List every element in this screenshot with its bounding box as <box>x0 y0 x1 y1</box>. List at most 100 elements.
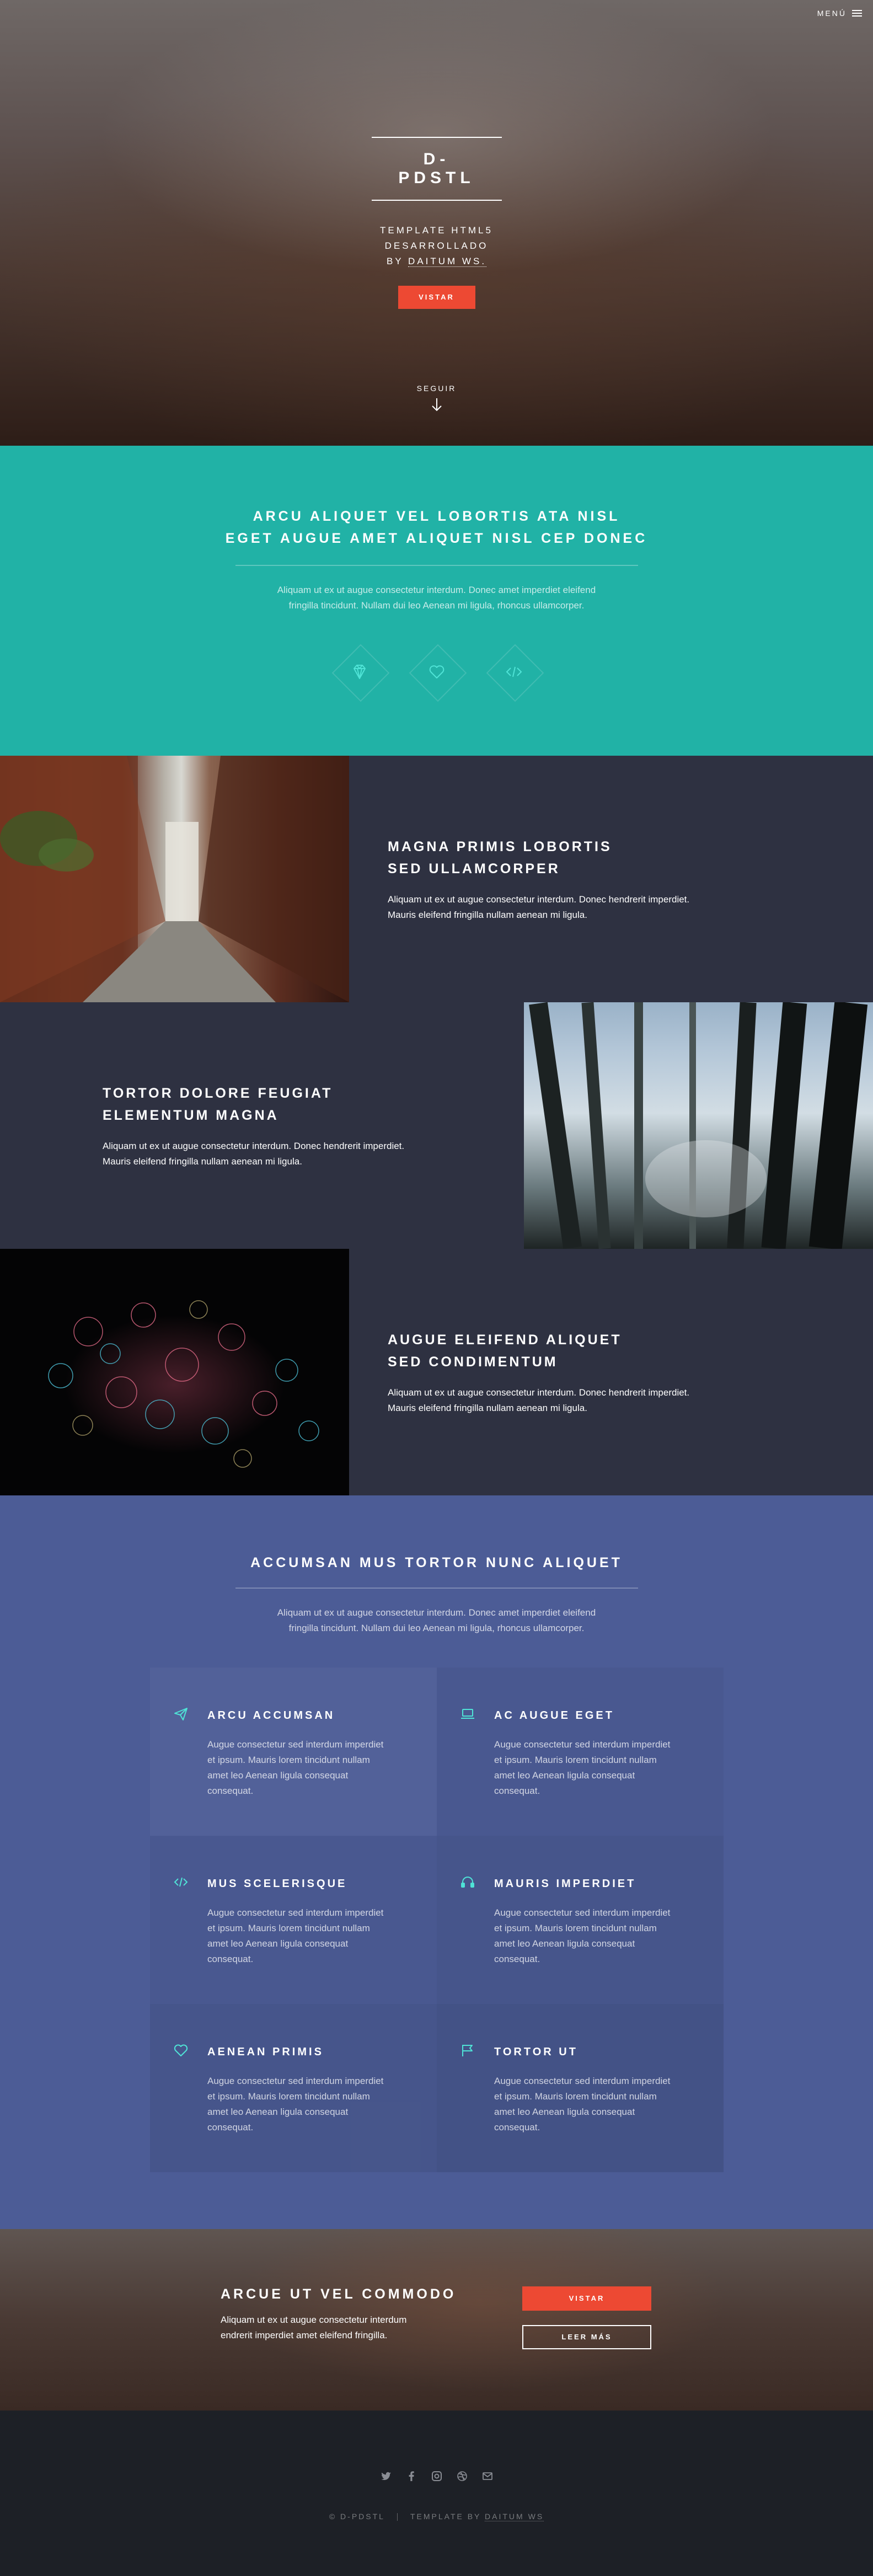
features-grid: ARCU ACCUMSAN Augue consectetur sed inte… <box>150 1668 724 2172</box>
intro-icons <box>0 644 873 699</box>
divider <box>397 2513 398 2521</box>
credit-prefix: TEMPLATE BY <box>410 2512 481 2521</box>
feature-item: MAURIS IMPERDIET Augue consectetur sed i… <box>437 1836 724 2004</box>
intro-heading-line-2: EGET AUGUE AMET ALIQUET NISL CEP DONEC <box>225 531 648 546</box>
tagline: TEMPLATE HTML5 DESARROLLADO BY DAITUM WS… <box>0 223 873 269</box>
feature-text: Augue consectetur sed interdum imperdiet… <box>494 2076 671 2133</box>
feature-item: AENEAN PRIMIS Augue consectetur sed inte… <box>150 2004 437 2172</box>
spotlight-2-text: Aliquam ut ex ut augue consectetur inter… <box>103 1139 404 1169</box>
spotlight-3-content: AUGUE ELEIFEND ALIQUET SED CONDIMENTUM A… <box>388 1249 689 1495</box>
tagline-line-1: TEMPLATE HTML5 <box>380 225 493 236</box>
feature-title: MAURIS IMPERDIET <box>494 1878 636 1890</box>
feature-item: TORTOR UT Augue consectetur sed interdum… <box>437 2004 724 2172</box>
features-heading: ACCUMSAN MUS TORTOR NUNC ALIQUET <box>250 1555 623 1570</box>
cta-leer-mas-button[interactable]: LEER MÁS <box>522 2325 651 2349</box>
spotlight-1-text: Aliquam ut ex ut augue consectetur inter… <box>388 892 689 923</box>
heart-icon <box>174 2044 188 2056</box>
banner-vistar-button[interactable]: VISTAR <box>398 286 475 309</box>
spotlight-1-content: MAGNA PRIMIS LOBORTIS SED ULLAMCORPER Al… <box>388 756 689 1002</box>
alley-photo[interactable] <box>0 756 349 1002</box>
headphones-icon <box>461 1877 474 1888</box>
divider <box>235 565 638 566</box>
feature-text: Augue consectetur sed interdum imperdiet… <box>207 1907 384 1964</box>
intro-text: Aliquam ut ex ut augue consectetur inter… <box>0 582 873 613</box>
copyright: © D-PDSTL TEMPLATE BY DAITUM WS <box>0 2512 873 2521</box>
tagline-line-3: BY DAITUM WS. <box>0 254 873 269</box>
twitter-icon[interactable] <box>380 2470 392 2482</box>
spotlight-2-title-line-1: TORTOR DOLORE FEUGIAT <box>103 1085 333 1101</box>
intro-text-line-2: fringilla tincidunt. Nullam dui leo Aene… <box>288 600 585 611</box>
facebook-icon[interactable] <box>405 2470 417 2482</box>
cta-vistar-button[interactable]: VISTAR <box>522 2286 651 2311</box>
spotlight-2-text-line-2: Mauris eleifend fringilla nullam aenean … <box>103 1156 302 1167</box>
copyright-text: © D-PDSTL <box>329 2512 385 2521</box>
spotlight-2: TORTOR DOLORE FEUGIAT ELEMENTUM MAGNA Al… <box>0 1002 873 1249</box>
spotlight-1-title-line-1: MAGNA PRIMIS LOBORTIS <box>388 838 612 854</box>
feature-title: ARCU ACCUMSAN <box>207 1709 335 1722</box>
spotlight-2-text-line-1: Aliquam ut ex ut augue consectetur inter… <box>103 1140 405 1151</box>
spotlight-3-title-line-1: AUGUE ELEIFEND ALIQUET <box>388 1332 622 1348</box>
divider <box>235 1588 638 1589</box>
code-icon <box>174 1877 188 1887</box>
diamond-icon-badge <box>332 644 387 699</box>
scroll-label: SEGUIR <box>416 384 457 393</box>
flag-icon <box>462 2045 473 2056</box>
feature-title: TORTOR UT <box>494 2046 578 2058</box>
fireworks-photo[interactable] <box>0 1249 349 1495</box>
feature-title: AENEAN PRIMIS <box>207 2046 324 2058</box>
spotlight-2-content: TORTOR DOLORE FEUGIAT ELEMENTUM MAGNA Al… <box>103 1002 404 1249</box>
intro-text-line-1: Aliquam ut ex ut augue consectetur inter… <box>277 585 596 595</box>
spotlight-3-text-line-2: Mauris eleifend fringilla nullam aenean … <box>388 1402 587 1413</box>
spotlight-1-text-line-1: Aliquam ut ex ut augue consectetur inter… <box>388 894 690 905</box>
feature-item: ARCU ACCUMSAN Augue consectetur sed inte… <box>150 1668 437 1836</box>
feature-text: Augue consectetur sed interdum imperdiet… <box>207 1739 384 1796</box>
spotlight-3-title: AUGUE ELEIFEND ALIQUET SED CONDIMENTUM <box>388 1329 689 1373</box>
features-section: ACCUMSAN MUS TORTOR NUNC ALIQUET Aliquam… <box>0 1495 873 2229</box>
code-icon-badge <box>486 644 542 699</box>
feature-text: Augue consectetur sed interdum imperdiet… <box>207 2076 384 2133</box>
instagram-icon[interactable] <box>431 2470 443 2482</box>
spotlight-3-text-line-1: Aliquam ut ex ut augue consectetur inter… <box>388 1387 690 1398</box>
intro-heading-line-1: ARCU ALIQUET VEL LOBORTIS ATA NISL <box>253 509 620 524</box>
footer: © D-PDSTL TEMPLATE BY DAITUM WS <box>0 2411 873 2576</box>
feature-text: Augue consectetur sed interdum imperdiet… <box>494 1739 671 1796</box>
code-icon <box>506 666 522 677</box>
feature-item: AC AUGUE EGET Augue consectetur sed inte… <box>437 1668 724 1836</box>
social-icons <box>0 2470 873 2482</box>
diamond-icon <box>353 665 366 679</box>
spotlight-1-title: MAGNA PRIMIS LOBORTIS SED ULLAMCORPER <box>388 836 689 880</box>
scroll-more-link[interactable]: SEGUIR <box>0 384 873 413</box>
tagline-line-2: DESARROLLADO <box>384 241 489 251</box>
menu-label: MENÚ <box>817 9 847 18</box>
feature-item: MUS SCELERISQUE Augue consectetur sed in… <box>150 1836 437 2004</box>
intro-heading: ARCU ALIQUET VEL LOBORTIS ATA NISL EGET … <box>0 505 873 549</box>
intro-section: ARCU ALIQUET VEL LOBORTIS ATA NISL EGET … <box>0 446 873 756</box>
spotlight-3-text: Aliquam ut ex ut augue consectetur inter… <box>388 1385 689 1416</box>
spotlight-2-title: TORTOR DOLORE FEUGIAT ELEMENTUM MAGNA <box>103 1082 404 1126</box>
cta-content: ARCUE UT VEL COMMODO Aliquam ut ex ut au… <box>221 2286 662 2349</box>
menu-button[interactable]: MENÚ <box>817 9 862 18</box>
feature-title: AC AUGUE EGET <box>494 1709 614 1722</box>
spotlight-2-title-line-2: ELEMENTUM MAGNA <box>103 1107 279 1123</box>
author-link[interactable]: DAITUM WS. <box>408 256 487 267</box>
laptop-icon <box>461 1709 474 1719</box>
features-text-line-1: Aliquam ut ex ut augue consectetur inter… <box>277 1607 596 1618</box>
cta-actions: VISTAR LEER MÁS <box>522 2286 651 2349</box>
spotlight-1: MAGNA PRIMIS LOBORTIS SED ULLAMCORPER Al… <box>0 756 873 1002</box>
paper-plane-icon <box>174 1708 188 1720</box>
site-logo[interactable]: D-PDSTL <box>371 137 502 201</box>
tagline-prefix: BY <box>386 256 404 266</box>
email-icon[interactable] <box>481 2470 494 2482</box>
banner: MENÚ D-PDSTL TEMPLATE HTML5 DESARROLLADO… <box>0 0 873 446</box>
dribbble-icon[interactable] <box>456 2470 468 2482</box>
spotlight-1-title-line-2: SED ULLAMCORPER <box>388 861 560 877</box>
features-text: Aliquam ut ex ut augue consectetur inter… <box>0 1605 873 1636</box>
feature-title: MUS SCELERISQUE <box>207 1878 347 1890</box>
credit-link[interactable]: DAITUM WS <box>485 2512 544 2521</box>
heart-icon <box>429 665 444 678</box>
banner-content: D-PDSTL TEMPLATE HTML5 DESARROLLADO BY D… <box>0 137 873 309</box>
heart-icon-badge <box>409 644 464 699</box>
spotlight-3: AUGUE ELEIFEND ALIQUET SED CONDIMENTUM A… <box>0 1249 873 1495</box>
arrow-down-icon <box>431 398 442 411</box>
forest-photo[interactable] <box>524 1002 873 1249</box>
